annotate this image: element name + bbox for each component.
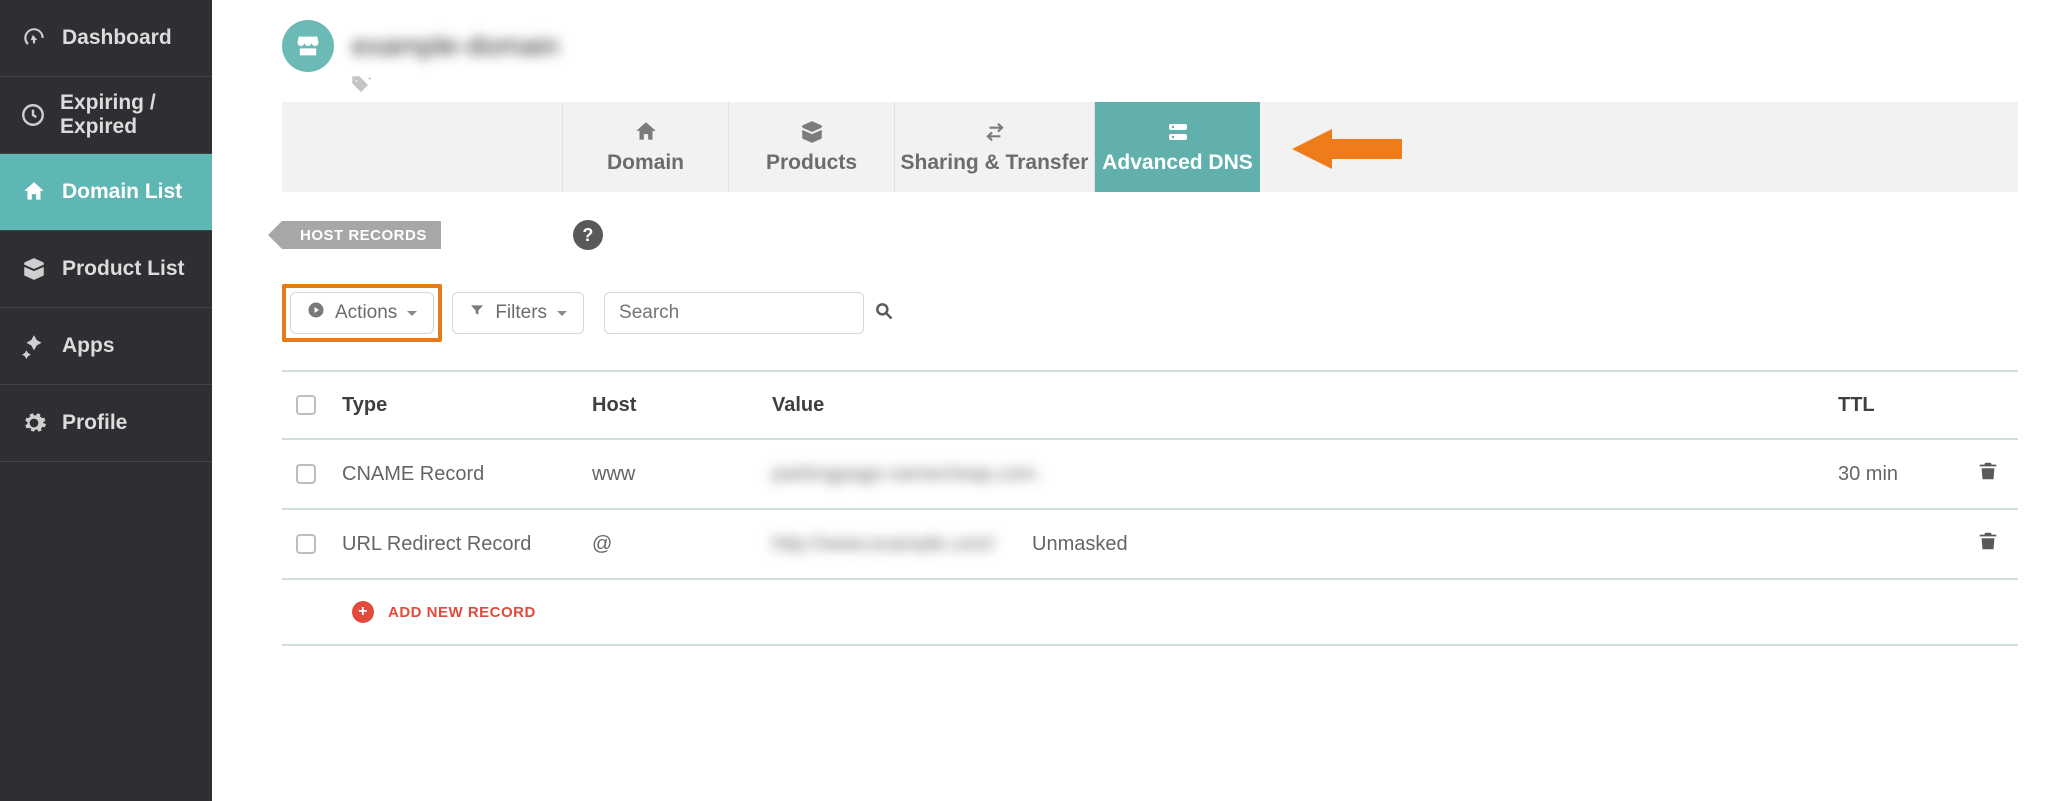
help-icon[interactable]: ? [573,220,603,250]
tab-label: Products [766,151,857,175]
tab-advanced-dns[interactable]: Advanced DNS [1094,102,1260,192]
sidebar-item-profile[interactable]: Profile [0,385,212,462]
table-row: CNAME Record www parkingpage.namecheap.c… [282,440,2018,510]
sidebar-item-expiring[interactable]: Expiring / Expired [0,77,212,154]
actions-highlight: Actions [282,284,442,342]
button-label: Filters [495,302,547,324]
section-row: HOST RECORDS ? [282,220,2018,250]
toolbar: Actions Filters [282,284,2018,342]
tab-sharing-transfer[interactable]: Sharing & Transfer [894,102,1094,192]
col-type: Type [342,394,592,417]
cell-ttl[interactable]: 30 min [1838,463,1958,486]
add-tag-icon[interactable] [350,74,372,101]
tabs: Domain Products Sharing & Transfer Advan… [282,102,2018,192]
select-all-checkbox[interactable] [296,395,316,415]
gear-icon [20,409,48,437]
search-box[interactable] [604,292,864,334]
cell-type[interactable]: URL Redirect Record [342,533,592,556]
main: example-domain Domain Products Sharing &… [212,0,2048,801]
table-header: Type Host Value TTL [282,370,2018,440]
tab-products[interactable]: Products [728,102,894,192]
sidebar-item-label: Expiring / Expired [60,91,212,139]
apps-icon [20,332,48,360]
home-icon [633,119,659,145]
cell-value[interactable]: parkingpage.namecheap.com. [772,463,1032,486]
sidebar-item-label: Dashboard [62,26,172,50]
play-icon [307,301,325,325]
dashboard-icon [20,24,48,52]
add-label: ADD NEW RECORD [388,604,536,621]
store-icon [282,20,334,72]
cell-host[interactable]: www [592,463,772,486]
actions-button[interactable]: Actions [290,292,434,334]
col-ttl: TTL [1838,394,1958,417]
add-new-record-button[interactable]: + ADD NEW RECORD [282,580,2018,646]
section-label: HOST RECORDS [282,221,441,249]
row-checkbox[interactable] [296,534,316,554]
callout-arrow-icon [1292,124,1402,179]
tab-domain[interactable]: Domain [562,102,728,192]
tab-label: Domain [607,151,684,175]
tabs-spacer [282,102,562,192]
button-label: Actions [335,302,397,324]
search-icon [874,301,894,326]
filter-icon [469,302,485,324]
row-checkbox[interactable] [296,464,316,484]
home-icon [20,178,48,206]
sidebar-item-apps[interactable]: Apps [0,308,212,385]
sidebar-item-label: Profile [62,411,127,435]
cell-type[interactable]: CNAME Record [342,463,592,486]
tab-label: Sharing & Transfer [901,151,1089,175]
sidebar-item-dashboard[interactable]: Dashboard [0,0,212,77]
box-icon [20,255,48,283]
sidebar-item-product-list[interactable]: Product List [0,231,212,308]
delete-row-button[interactable] [1977,530,1999,558]
sidebar: Dashboard Expiring / Expired Domain List… [0,0,212,801]
tab-label: Advanced DNS [1102,151,1253,175]
table-row: URL Redirect Record @ http://www.example… [282,510,2018,580]
sidebar-item-label: Apps [62,334,115,358]
sidebar-item-domain-list[interactable]: Domain List [0,154,212,231]
plus-icon: + [352,601,374,623]
chevron-down-icon [557,311,567,321]
cell-extra: Unmasked [1032,533,1232,556]
clock-icon [20,101,46,129]
cell-host[interactable]: @ [592,533,772,556]
host-records-table: Type Host Value TTL CNAME Record www par… [282,370,2018,646]
sidebar-item-label: Product List [62,257,185,281]
delete-row-button[interactable] [1977,460,1999,488]
col-host: Host [592,394,772,417]
col-value: Value [772,394,1032,417]
transfer-icon [980,119,1010,145]
filters-button[interactable]: Filters [452,292,584,334]
sidebar-item-label: Domain List [62,180,182,204]
box-icon [799,119,825,145]
server-icon [1164,119,1192,145]
domain-header: example-domain [282,18,2018,74]
chevron-down-icon [407,311,417,321]
cell-value[interactable]: http://www.example.com/ [772,533,1032,556]
search-input[interactable] [619,302,864,324]
domain-name: example-domain [352,30,559,62]
